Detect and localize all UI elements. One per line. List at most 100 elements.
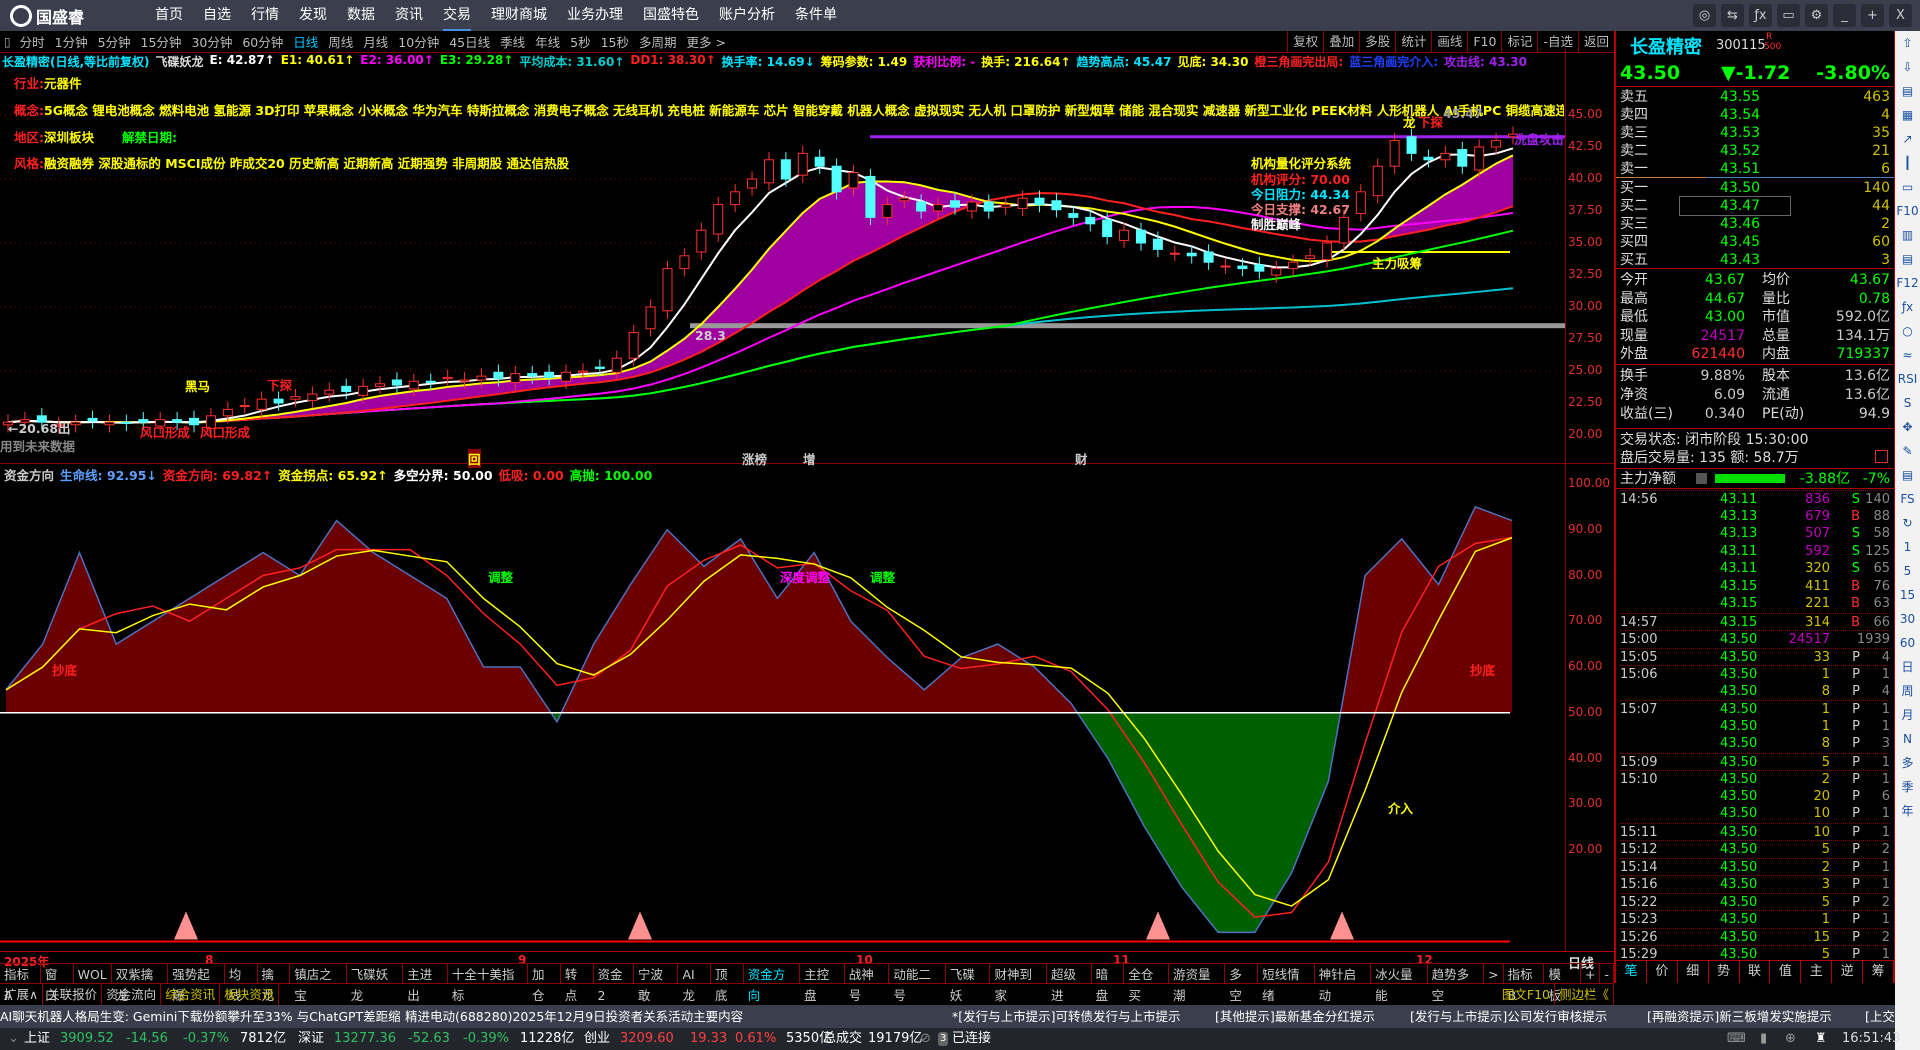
minimize-icon[interactable]: _ bbox=[1833, 4, 1856, 27]
indicator-tab[interactable]: 趋势多空 bbox=[1428, 964, 1485, 1003]
sidebar-button[interactable]: ↻ bbox=[1895, 511, 1920, 535]
indicator-tab[interactable]: 指标B bbox=[1504, 964, 1545, 1003]
sidebar-button[interactable]: 日 bbox=[1895, 655, 1920, 679]
info-tab[interactable]: 板块资讯 bbox=[220, 984, 280, 1005]
indicator-tab[interactable]: 资金2 bbox=[594, 964, 634, 1003]
nav-item[interactable]: 交易 bbox=[443, 0, 471, 31]
info-right-tab[interactable]: 侧边栏《 bbox=[1555, 984, 1614, 1005]
indicator-tab[interactable]: 转点 bbox=[561, 964, 594, 1003]
detail-tab[interactable]: 细 bbox=[1678, 961, 1709, 983]
info-tab[interactable]: 综合资讯 bbox=[161, 984, 221, 1005]
sidebar-button[interactable]: ○ bbox=[1895, 319, 1920, 343]
sidebar-button[interactable]: ⇩ bbox=[1895, 55, 1920, 79]
news-item[interactable]: [上交 bbox=[1865, 1005, 1895, 1028]
indicator-tab[interactable]: 动能二号 bbox=[889, 964, 946, 1003]
indicator-tab[interactable]: > bbox=[1484, 964, 1504, 983]
close-icon[interactable]: X bbox=[1889, 4, 1912, 27]
app-logo[interactable]: 国盛睿 bbox=[10, 4, 145, 28]
sidebar-button[interactable]: FS bbox=[1895, 487, 1920, 511]
indicator-tab[interactable]: 双紫擒龙 bbox=[112, 964, 169, 1003]
news-item[interactable]: [发行与上市提示]公司发行审核提示 bbox=[1410, 1005, 1607, 1028]
sidebar-button[interactable]: 年 bbox=[1895, 799, 1920, 823]
sidebar-button[interactable]: 多 bbox=[1895, 751, 1920, 775]
nav-item[interactable]: 条件单 bbox=[795, 0, 837, 31]
sidebar-button[interactable]: ▤ bbox=[1895, 463, 1920, 487]
detail-tab[interactable]: 价 bbox=[1647, 961, 1678, 983]
crown-icon[interactable]: ♜ bbox=[1815, 1028, 1827, 1050]
indicator-tab[interactable]: + bbox=[1581, 964, 1601, 983]
sidebar-button[interactable]: 月 bbox=[1895, 703, 1920, 727]
indicator-tab[interactable]: 飞碟妖龙 bbox=[347, 964, 404, 1003]
info-tab[interactable]: 资金流向 bbox=[102, 984, 162, 1005]
sidebar-button[interactable]: F10 bbox=[1895, 199, 1920, 223]
news-item[interactable]: [再融资提示]新三板增发实施提示 bbox=[1647, 1005, 1832, 1028]
sidebar-button[interactable]: ƒx bbox=[1895, 295, 1920, 319]
indicator-tab[interactable]: - bbox=[1600, 964, 1614, 983]
nav-item[interactable]: 行情 bbox=[251, 0, 279, 31]
sidebar-button[interactable]: ⇧ bbox=[1895, 31, 1920, 55]
indicator-tab[interactable]: 宁波敢 bbox=[634, 964, 679, 1003]
indicator-value[interactable]: 资金方向 bbox=[4, 465, 54, 484]
sidebar-button[interactable]: ▭ bbox=[1895, 175, 1920, 199]
sidebar-button[interactable]: ▤ bbox=[1895, 247, 1920, 271]
chart-icon[interactable] bbox=[1875, 450, 1888, 463]
news-item[interactable]: [其他提示]最新基金分红提示 bbox=[1215, 1005, 1375, 1028]
detail-tab[interactable]: 逆 bbox=[1832, 961, 1864, 983]
info-tab[interactable]: 扩展∧ bbox=[0, 984, 44, 1005]
sidebar-button[interactable]: 5 bbox=[1895, 559, 1920, 583]
sh-label[interactable]: 上证 bbox=[24, 1028, 50, 1050]
maximize-icon[interactable]: + bbox=[1861, 4, 1884, 27]
sz-label[interactable]: 深证 bbox=[298, 1028, 324, 1050]
indicator-tab[interactable]: 主进出 bbox=[403, 964, 448, 1003]
expand-icon[interactable]: ⌄ bbox=[8, 1028, 19, 1050]
indicator-tab[interactable]: WOL bbox=[74, 964, 112, 983]
detail-tab[interactable]: 笔 bbox=[1616, 961, 1647, 983]
nav-item[interactable]: 理财商城 bbox=[491, 0, 547, 31]
indicator-tab[interactable]: 财神到家 bbox=[990, 964, 1047, 1003]
indicator-tab[interactable]: 窗口 bbox=[41, 964, 74, 1003]
indicator-tab[interactable]: 顶底 bbox=[711, 964, 744, 1003]
cy-label[interactable]: 创业 bbox=[584, 1028, 610, 1050]
screen-icon[interactable]: ▭ bbox=[1777, 4, 1800, 27]
indicator-tab[interactable]: 游资量潮 bbox=[1169, 964, 1226, 1003]
detail-tab[interactable]: 主 bbox=[1801, 961, 1833, 983]
sidebar-button[interactable]: RSI bbox=[1895, 367, 1920, 391]
info-tab[interactable]: 关联报价 bbox=[43, 984, 103, 1005]
indicator-tab[interactable]: 神针启动 bbox=[1315, 964, 1372, 1003]
indicator-tab[interactable]: 主控盘 bbox=[800, 964, 845, 1003]
nav-item[interactable]: 首页 bbox=[155, 0, 183, 31]
sidebar-button[interactable]: ↗ bbox=[1895, 127, 1920, 151]
chart-tool-button[interactable]: 返回 bbox=[1577, 31, 1614, 53]
nav-item[interactable]: 业务办理 bbox=[567, 0, 623, 31]
detail-tab[interactable]: 筹 bbox=[1863, 961, 1895, 983]
indicator-tab[interactable]: 均线 bbox=[225, 964, 258, 1003]
news-item[interactable]: AI聊天机器人格局生变: Gemini下载份额攀升至33% 与ChatGPT差距… bbox=[0, 1005, 401, 1028]
sidebar-button[interactable]: 60 bbox=[1895, 631, 1920, 655]
indicator-tab[interactable]: 强势起爆 bbox=[168, 964, 225, 1003]
sidebar-button[interactable]: F12 bbox=[1895, 271, 1920, 295]
indicator-tab[interactable]: 冰火量能 bbox=[1371, 964, 1428, 1003]
indicator-tab[interactable]: 加仓 bbox=[528, 964, 561, 1003]
nav-item[interactable]: 国盛特色 bbox=[643, 0, 699, 31]
indicator-tab[interactable]: 模 板 bbox=[1544, 964, 1581, 1003]
indicator-tab[interactable]: 镇店之宝 bbox=[290, 964, 347, 1003]
target-icon[interactable]: ⊕ bbox=[1785, 1028, 1796, 1050]
sidebar-button[interactable]: S bbox=[1895, 391, 1920, 415]
indicator-tab[interactable]: 暗盘 bbox=[1092, 964, 1125, 1003]
skin-icon[interactable]: ƒx bbox=[1749, 4, 1772, 27]
sidebar-button[interactable]: 周 bbox=[1895, 679, 1920, 703]
news-item[interactable]: *[发行与上市提示]可转债发行与上市提示 bbox=[952, 1005, 1181, 1028]
indicator-tab[interactable]: 超级进 bbox=[1047, 964, 1092, 1003]
detail-tab[interactable]: 联 bbox=[1740, 961, 1771, 983]
sidebar-button[interactable]: ┃ bbox=[1895, 151, 1920, 175]
candle-icon[interactable]: ▮ bbox=[1760, 1028, 1767, 1050]
fund-direction-chart[interactable] bbox=[0, 485, 1565, 950]
keyboard-icon[interactable]: ⌨ bbox=[1727, 1028, 1746, 1050]
indicator-tab[interactable]: AI龙 bbox=[678, 964, 711, 1003]
detail-tab[interactable]: 势 bbox=[1709, 961, 1740, 983]
sidebar-button[interactable]: 15 bbox=[1895, 583, 1920, 607]
settings-toggle-icon[interactable]: ⇆ bbox=[1721, 4, 1744, 27]
nav-item[interactable]: 自选 bbox=[203, 0, 231, 31]
marker-zhangbang[interactable]: 涨榜 bbox=[742, 449, 767, 468]
sidebar-button[interactable]: ≈ bbox=[1895, 343, 1920, 367]
